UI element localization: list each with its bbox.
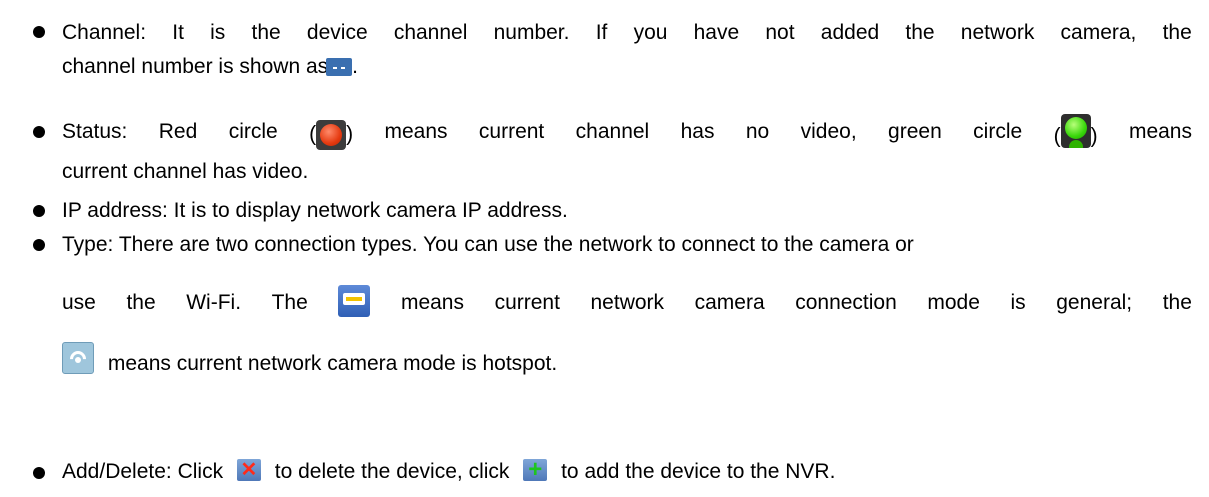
type-line-1: Type: There are two connection types. Yo… <box>62 233 914 256</box>
channel-line-1: Channel: It is the device channel number… <box>62 21 1192 44</box>
unassigned-channel-icon <box>326 58 353 77</box>
type-line-2: use the Wi-Fi. The means current network… <box>62 285 1192 323</box>
status-green-circle-icon <box>1060 114 1091 148</box>
bullet-dot <box>33 239 45 251</box>
status-line-1: Status: Red circle () means current chan… <box>62 114 1192 154</box>
wifi-hotspot-icon <box>62 342 94 374</box>
ip-line: IP address: It is to display network cam… <box>62 199 568 222</box>
bullet-dot <box>33 205 45 217</box>
status-red-circle-icon <box>316 120 347 150</box>
bullet-dot <box>33 467 45 479</box>
type-line-3: means current network camera mode is hot… <box>62 342 557 380</box>
general-connection-icon <box>338 285 371 317</box>
add-delete-line: Add/Delete: Click ✕ to delete the device… <box>62 456 836 484</box>
channel-line-2: channel number is shown as. <box>62 55 358 78</box>
add-icon: + <box>523 458 548 482</box>
status-line-2: current channel has video. <box>62 160 309 183</box>
bullet-dot <box>33 126 45 138</box>
bullet-dot <box>33 26 45 38</box>
delete-icon: ✕ <box>236 459 261 482</box>
